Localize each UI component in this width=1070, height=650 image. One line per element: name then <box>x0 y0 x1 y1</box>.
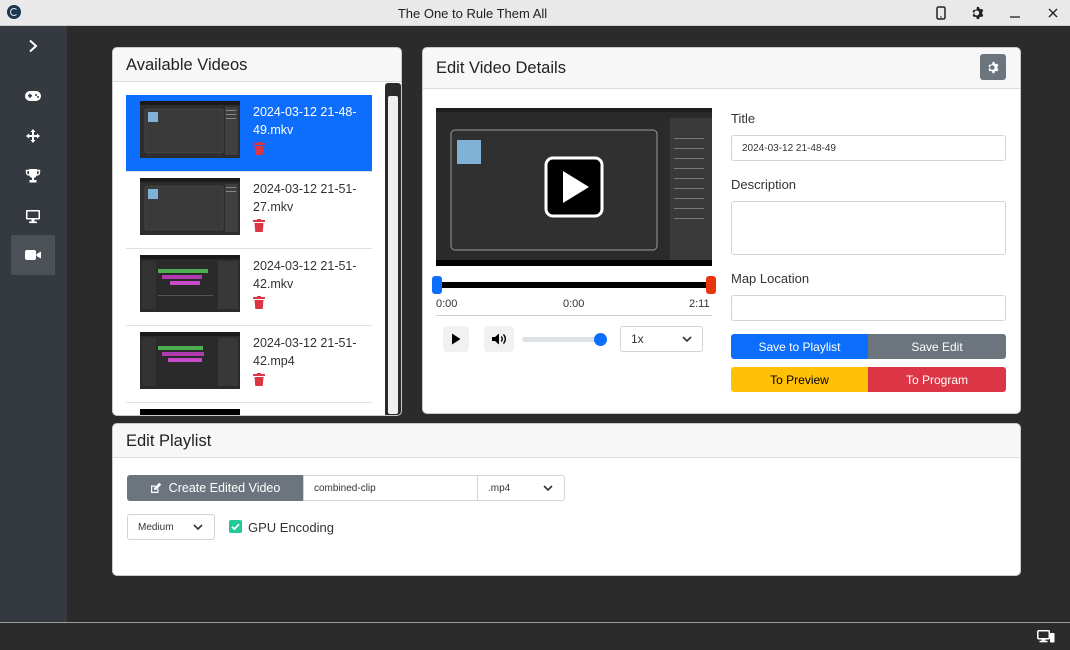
gpu-encoding-label: GPU Encoding <box>248 520 334 535</box>
title-input-value: 2024-03-12 21-48-49 <box>742 142 836 154</box>
minimize-button[interactable] <box>1000 2 1030 24</box>
checkmark-icon <box>231 523 240 531</box>
quality-value: Medium <box>138 521 174 533</box>
video-name: 2024-03-12 21-51-42.mp4 <box>253 336 357 368</box>
video-list: 2024-03-12 21-48-49.mkv 2024-03-12 21-51… <box>126 95 372 415</box>
sidebar-expand-button[interactable] <box>11 26 55 66</box>
video-list-item[interactable]: 2024-03-12 21-48-49.mkv <box>126 95 372 172</box>
video-list-scrollbar[interactable] <box>385 83 401 415</box>
trophy-icon <box>25 169 41 183</box>
play-button[interactable] <box>443 326 469 352</box>
video-thumbnail <box>140 101 240 158</box>
trim-start-time: 0:00 <box>436 298 458 310</box>
available-videos-title: Available Videos <box>113 48 401 82</box>
title-bar: The One to Rule Them All <box>0 0 1070 26</box>
playback-speed-value: 1x <box>631 332 644 346</box>
output-filename-input[interactable]: combined-clip <box>303 475 478 501</box>
edit-video-details-card: Edit Video Details 0:00 0:00 2:11 1x Tit… <box>422 47 1021 414</box>
quality-select[interactable]: Medium <box>127 514 215 540</box>
output-format-select[interactable]: .mp4 <box>477 475 565 501</box>
gpu-encoding-checkbox[interactable] <box>229 520 242 533</box>
main-area: Available Videos 2024-03-12 21-48-49.mkv… <box>67 26 1070 622</box>
volume-slider[interactable] <box>522 337 602 342</box>
description-textarea[interactable] <box>731 201 1006 255</box>
sidebar-item-video[interactable] <box>11 235 55 275</box>
video-name: 2024-03-12 21-51-42.mkv <box>253 259 357 291</box>
video-list-item[interactable] <box>126 403 372 415</box>
status-bar <box>0 622 1070 650</box>
to-preview-button[interactable]: To Preview <box>731 367 868 392</box>
video-camera-icon <box>25 250 41 260</box>
mobile-icon[interactable] <box>926 2 956 24</box>
sidebar-item-move[interactable] <box>11 116 55 156</box>
play-icon <box>452 333 461 345</box>
gear-icon <box>987 61 998 73</box>
output-format-value: .mp4 <box>488 482 511 494</box>
window-title: The One to Rule Them All <box>397 6 548 21</box>
video-thumbnail <box>140 409 240 415</box>
video-list-item[interactable]: 2024-03-12 21-51-42.mkv <box>126 249 372 326</box>
trash-icon[interactable] <box>253 296 265 309</box>
edit-playlist-title: Edit Playlist <box>113 424 1020 458</box>
scrollbar-thumb[interactable] <box>388 96 398 414</box>
volume-icon <box>492 333 506 345</box>
current-time: 0:00 <box>563 298 585 310</box>
create-edited-video-label: Create Edited Video <box>168 481 281 495</box>
to-program-button[interactable]: To Program <box>868 367 1006 392</box>
save-to-playlist-button[interactable]: Save to Playlist <box>731 334 868 359</box>
edit-icon <box>150 482 161 493</box>
chevron-down-icon <box>543 485 553 492</box>
available-videos-card: Available Videos 2024-03-12 21-48-49.mkv… <box>112 47 402 416</box>
trash-icon[interactable] <box>253 373 265 386</box>
sidebar-item-gamepad[interactable] <box>11 76 55 116</box>
connected-devices-icon[interactable] <box>1037 630 1055 643</box>
divider <box>436 315 712 316</box>
video-thumbnail <box>140 255 240 312</box>
trim-bar[interactable] <box>436 282 712 288</box>
trash-icon[interactable] <box>253 142 265 155</box>
video-list-item[interactable]: 2024-03-12 21-51-27.mkv <box>126 172 372 249</box>
video-thumbnail <box>140 332 240 389</box>
settings-gear-icon[interactable] <box>963 2 993 24</box>
edit-playlist-card: Edit Playlist Create Edited Video combin… <box>112 423 1021 576</box>
edit-video-details-title: Edit Video Details <box>423 48 1020 89</box>
video-name: 2024-03-12 21-48-49.mkv <box>253 105 357 137</box>
chevron-right-icon <box>29 39 38 53</box>
save-edit-button[interactable]: Save Edit <box>868 334 1006 359</box>
video-thumbnail <box>140 178 240 235</box>
sidebar-item-monitor[interactable] <box>11 196 55 236</box>
video-name: 2024-03-12 21-51-27.mkv <box>253 182 357 214</box>
volume-slider-thumb[interactable] <box>594 333 607 346</box>
trash-icon[interactable] <box>253 219 265 232</box>
sidebar <box>0 26 67 622</box>
output-filename-value: combined-clip <box>314 482 376 494</box>
video-list-item[interactable]: 2024-03-12 21-51-42.mp4 <box>126 326 372 403</box>
description-label: Description <box>731 177 797 192</box>
title-input[interactable]: 2024-03-12 21-48-49 <box>731 135 1006 161</box>
map-location-input[interactable] <box>731 295 1006 321</box>
arrows-move-icon <box>26 129 40 143</box>
settings-button[interactable] <box>980 54 1006 80</box>
sidebar-item-trophy[interactable] <box>11 156 55 196</box>
end-time: 2:11 <box>689 298 710 310</box>
gamepad-icon <box>25 91 41 101</box>
title-label: Title <box>731 111 756 126</box>
volume-button[interactable] <box>484 326 514 352</box>
trim-start-handle[interactable] <box>432 276 442 294</box>
video-player[interactable] <box>436 108 712 266</box>
trim-end-handle[interactable] <box>706 276 716 294</box>
map-location-label: Map Location <box>731 271 810 286</box>
create-edited-video-button[interactable]: Create Edited Video <box>127 475 303 501</box>
chevron-down-icon <box>193 524 203 531</box>
chevron-down-icon <box>682 336 692 343</box>
playback-speed-select[interactable]: 1x <box>620 326 703 352</box>
close-button[interactable] <box>1038 2 1068 24</box>
monitor-icon <box>26 209 40 223</box>
